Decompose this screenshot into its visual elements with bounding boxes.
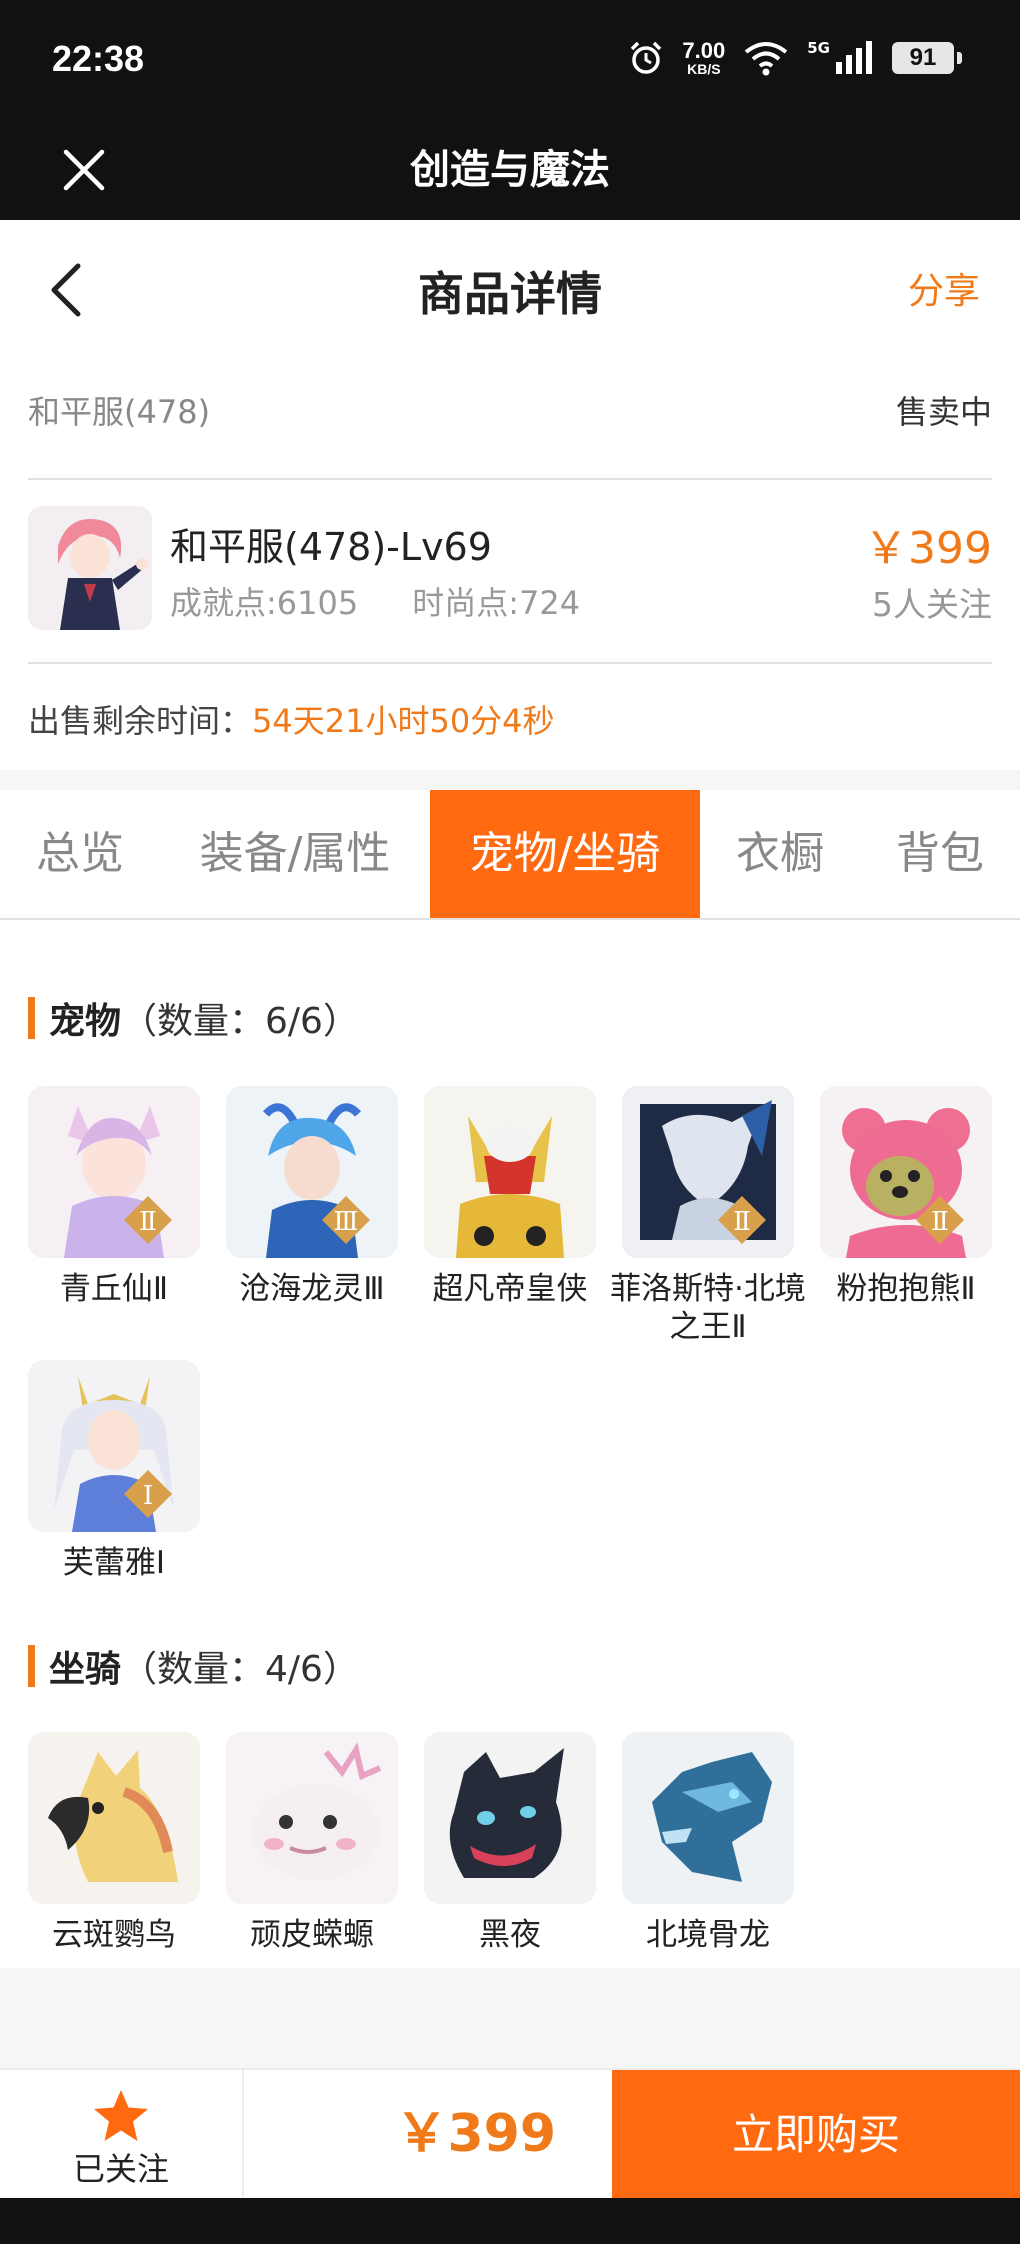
role-points: 成就点:6105 时尚点:724 bbox=[170, 578, 580, 624]
remaining-time-label: 出售剩余时间： bbox=[28, 702, 253, 740]
fashion-points: 时尚点:724 bbox=[412, 584, 581, 622]
role-avatar bbox=[28, 506, 152, 630]
tab-backpack[interactable]: 背包 bbox=[860, 790, 1020, 918]
signal-icon bbox=[836, 41, 872, 74]
share-button[interactable]: 分享 bbox=[908, 262, 980, 314]
mount-item[interactable]: 黑夜 bbox=[424, 1732, 596, 1954]
system-nav-bar bbox=[0, 2198, 1020, 2244]
status-time: 22:38 bbox=[52, 38, 145, 79]
svg-text:Ⅱ: Ⅱ bbox=[733, 1207, 751, 1237]
pets-section-title: 宠物 （数量：6/6） bbox=[28, 992, 359, 1044]
pet-name: 芙蕾雅Ⅰ bbox=[62, 1545, 166, 1581]
battery-indicator: 91 bbox=[892, 42, 962, 74]
mount-name: 顽皮蝾螈 bbox=[250, 1917, 374, 1953]
svg-text:Ⅱ: Ⅱ bbox=[139, 1207, 157, 1237]
follower-count: 5人关注 bbox=[872, 585, 992, 624]
tab-pets-mounts[interactable]: 宠物/坐骑 bbox=[430, 790, 700, 918]
network-type: 5G bbox=[807, 39, 830, 57]
tab-overview[interactable]: 总览 bbox=[0, 790, 160, 918]
divider bbox=[28, 478, 992, 480]
role-card[interactable]: 和平服(478)-Lv69 成就点:6105 时尚点:724 ￥399 5人关注 bbox=[28, 506, 992, 636]
pet-name: 青丘仙Ⅱ bbox=[59, 1271, 169, 1307]
pet-item[interactable]: Ⅲ 沧海龙灵Ⅲ bbox=[226, 1086, 398, 1308]
divider bbox=[28, 662, 992, 664]
mount-name: 黑夜 bbox=[479, 1917, 541, 1953]
server-name: 和平服(478) bbox=[28, 393, 211, 431]
axolotl-mount-icon bbox=[226, 1732, 398, 1904]
buy-now-button[interactable]: 立即购买 bbox=[612, 2070, 1020, 2200]
mount-name: 云斑鹦鸟 bbox=[52, 1917, 176, 1953]
follow-button[interactable]: 已关注 bbox=[0, 2070, 244, 2198]
sale-status: 售卖中 bbox=[895, 393, 992, 431]
mount-item[interactable]: 顽皮蝾螈 bbox=[226, 1732, 398, 1954]
mount-item[interactable]: 北境骨龙 bbox=[622, 1732, 794, 1954]
mount-item[interactable]: 云斑鹦鸟 bbox=[28, 1732, 200, 1954]
pet-item[interactable]: Ⅱ 菲洛斯特·北境之王Ⅱ bbox=[610, 1086, 806, 1346]
tab-equipment[interactable]: 装备/属性 bbox=[160, 790, 430, 918]
bone-dragon-mount-icon bbox=[622, 1732, 794, 1904]
bottom-action-bar: 已关注 ￥399 立即购买 bbox=[0, 2068, 1020, 2200]
tab-bar: 总览 装备/属性 宠物/坐骑 衣橱 背包 bbox=[0, 790, 1020, 920]
status-bar: 22:38 7.00 KB/S 5G 91 bbox=[0, 0, 1020, 120]
mounts-count: （数量：4/6） bbox=[121, 1649, 359, 1690]
pet-name: 菲洛斯特·北境之王Ⅱ bbox=[610, 1271, 806, 1345]
achievement-points: 成就点:6105 bbox=[170, 584, 359, 622]
mounts-section-title: 坐骑 （数量：4/6） bbox=[28, 1640, 359, 1692]
star-icon bbox=[94, 2090, 148, 2141]
svg-text:Ⅰ: Ⅰ bbox=[143, 1481, 153, 1511]
follow-label: 已关注 bbox=[72, 2150, 169, 2188]
app-bar: 创造与魔法 bbox=[0, 120, 1020, 220]
page: 22:38 7.00 KB/S 5G 91 创造与魔法 商品详情 分享 和平服(… bbox=[0, 0, 1020, 2244]
pet-name: 超凡帝皇侠 bbox=[432, 1271, 588, 1307]
pet-item[interactable]: Ⅱ 青丘仙Ⅱ bbox=[28, 1086, 200, 1308]
svg-text:Ⅱ: Ⅱ bbox=[931, 1207, 949, 1237]
pet-name: 沧海龙灵Ⅲ bbox=[239, 1271, 385, 1307]
pink-bear-pet-icon: Ⅱ bbox=[820, 1086, 992, 1258]
alarm-icon bbox=[631, 41, 662, 74]
pet-item[interactable]: Ⅰ 芙蕾雅Ⅰ bbox=[28, 1360, 200, 1582]
pet-name: 粉抱抱熊Ⅱ bbox=[836, 1271, 976, 1307]
pet-item[interactable]: Ⅱ 粉抱抱熊Ⅱ bbox=[820, 1086, 992, 1308]
golden-armor-hero-pet-icon bbox=[424, 1086, 596, 1258]
app-title: 创造与魔法 bbox=[410, 147, 610, 193]
wifi-icon bbox=[745, 42, 788, 76]
net-speed: 7.00 KB/S bbox=[682, 38, 726, 77]
pets-title: 宠物 bbox=[49, 1001, 122, 1042]
tab-wardrobe[interactable]: 衣橱 bbox=[700, 790, 860, 918]
page-header: 商品详情 分享 bbox=[0, 220, 1020, 355]
mounts-title: 坐骑 bbox=[49, 1649, 122, 1690]
mount-name: 北境骨龙 bbox=[646, 1917, 770, 1953]
parrot-mount-icon bbox=[28, 1732, 200, 1904]
status-icons: 7.00 KB/S 5G 91 bbox=[628, 36, 962, 80]
role-price: ￥399 bbox=[864, 523, 992, 574]
sea-dragon-spirit-pet-icon: Ⅲ bbox=[226, 1086, 398, 1258]
remaining-time-value: 54天21小时50分4秒 bbox=[252, 702, 555, 740]
empty-area bbox=[0, 1968, 1020, 2068]
total-price: ￥399 bbox=[395, 2104, 556, 2164]
fox-fairy-pet-icon: Ⅱ bbox=[28, 1086, 200, 1258]
pet-item[interactable]: 超凡帝皇侠 bbox=[424, 1086, 596, 1308]
section-separator bbox=[0, 770, 1020, 790]
remaining-time: 出售剩余时间：54天21小时50分4秒 bbox=[28, 696, 555, 742]
pets-count: （数量：6/6） bbox=[121, 1001, 359, 1042]
listing-info-row: 和平服(478) 售卖中 bbox=[28, 380, 992, 440]
freya-pet-icon: Ⅰ bbox=[28, 1360, 200, 1532]
north-king-pet-icon: Ⅱ bbox=[622, 1086, 794, 1258]
page-title: 商品详情 bbox=[418, 267, 602, 321]
night-dragon-mount-icon bbox=[424, 1732, 596, 1904]
role-name: 和平服(478)-Lv69 bbox=[170, 525, 492, 569]
svg-text:Ⅲ: Ⅲ bbox=[333, 1207, 358, 1237]
